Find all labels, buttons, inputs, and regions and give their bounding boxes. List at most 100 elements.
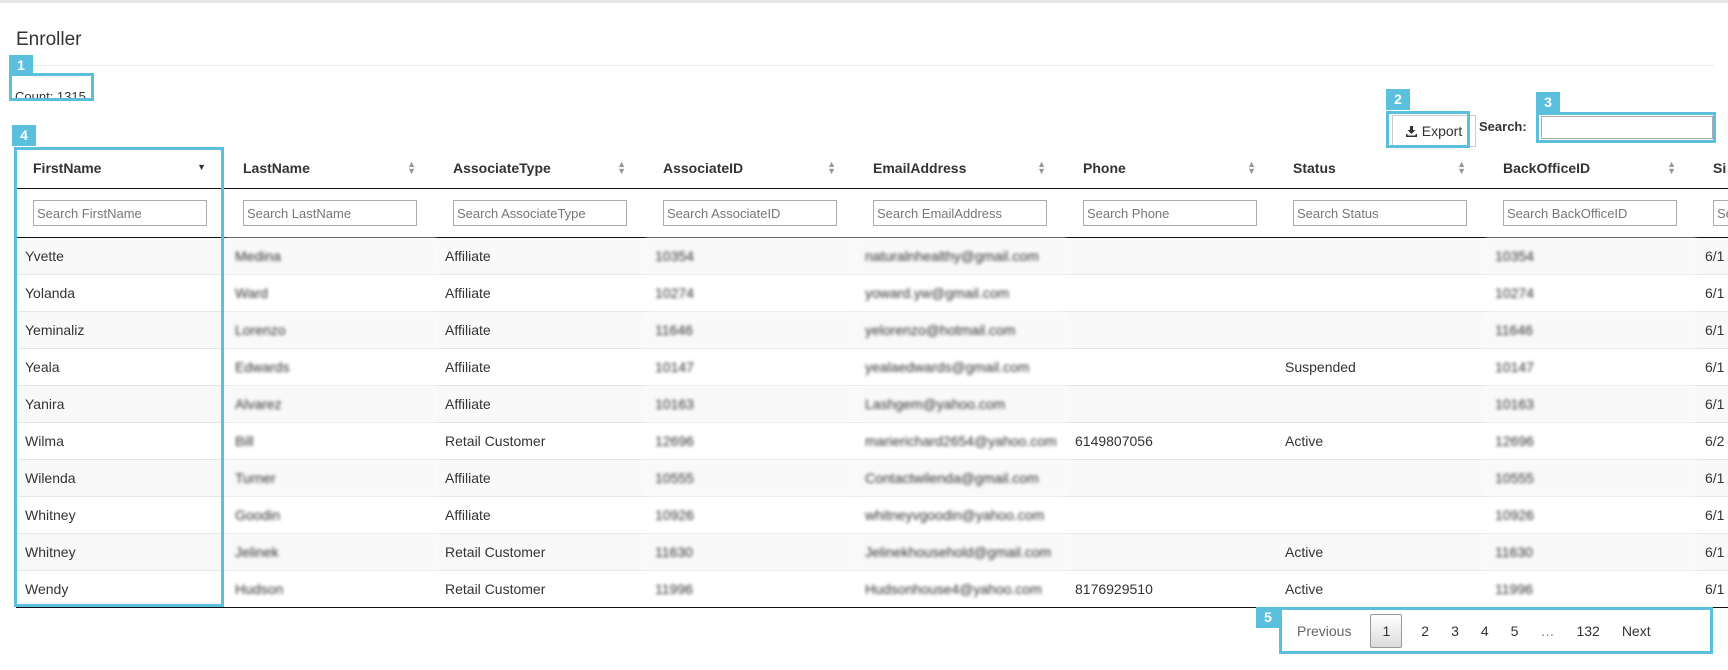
cell-firstname: Yeala <box>16 348 226 386</box>
cell-status <box>1276 311 1486 349</box>
table-row[interactable]: Yolanda Ward Affiliate 10274 yoward.yw@gmail… <box>16 274 1728 312</box>
cell-firstname: Wilma <box>16 422 226 460</box>
cell-associatetype: Affiliate <box>436 274 646 312</box>
table-row[interactable]: Yeminaliz Lorenzo Affiliate 11646 yelorenzo@… <box>16 311 1728 349</box>
cell-lastname: Medina <box>226 237 436 275</box>
cell-backofficeid: 10147 <box>1486 348 1696 386</box>
cell-status: Suspended <box>1276 348 1486 386</box>
sort-arrows-icon[interactable]: ▲ ▼ <box>1457 160 1466 176</box>
sort-desc-icon[interactable]: ▼ <box>197 163 206 172</box>
global-search-input[interactable] <box>1541 116 1713 139</box>
column-header-status[interactable]: Status ▲ ▼ <box>1276 148 1486 189</box>
cell-lastname: Bill <box>226 422 436 460</box>
pagination-next[interactable]: Next <box>1611 614 1662 648</box>
cell-associatetype: Retail Customer <box>436 422 646 460</box>
cell-lastname: Turner <box>226 459 436 497</box>
table-row[interactable]: Yanira Alvarez Affiliate 10163 Lashgem@yahoo… <box>16 385 1728 423</box>
pagination-page-last[interactable]: 132 <box>1565 614 1610 648</box>
filter-input-associateid[interactable] <box>663 200 837 226</box>
cell-associatetype: Retail Customer <box>436 533 646 571</box>
cell-backofficeid: 10926 <box>1486 496 1696 534</box>
pagination-previous[interactable]: Previous <box>1286 614 1362 648</box>
filter-input-backofficeid[interactable] <box>1503 200 1677 226</box>
table-row[interactable]: Yvette Medina Affiliate 10354 naturalnhealth… <box>16 237 1728 275</box>
cell-firstname: Yeminaliz <box>16 311 226 349</box>
enroller-table-container: FirstName ▼ LastName ▲ ▼ AssociateType ▲ ▼ Assoc… <box>16 148 1728 608</box>
cell-associateid: 10147 <box>646 348 856 386</box>
cell-si: 6/1 <box>1696 385 1728 423</box>
sort-arrows-icon[interactable]: ▲ ▼ <box>827 160 836 176</box>
table-filter-row <box>16 188 1728 238</box>
cell-phone <box>1066 237 1276 275</box>
column-header-lastname[interactable]: LastName ▲ ▼ <box>226 148 436 189</box>
pagination-page-2[interactable]: 2 <box>1410 614 1440 648</box>
sort-arrows-icon[interactable]: ▲ ▼ <box>1037 160 1046 176</box>
cell-phone <box>1066 274 1276 312</box>
column-header-backofficeid[interactable]: BackOfficeID ▲ ▼ <box>1486 148 1696 189</box>
page-title: Enroller <box>16 29 82 50</box>
cell-associateid: 10274 <box>646 274 856 312</box>
table-row[interactable]: Whitney Jelinek Retail Customer 11630 Jeline… <box>16 533 1728 571</box>
table-body: Yvette Medina Affiliate 10354 naturalnhealth… <box>16 237 1728 608</box>
table-header-row: FirstName ▼ LastName ▲ ▼ AssociateType ▲ ▼ Assoc… <box>16 148 1728 189</box>
cell-backofficeid: 11630 <box>1486 533 1696 571</box>
cell-lastname: Hudson <box>226 570 436 608</box>
table-row[interactable]: Wendy Hudson Retail Customer 11996 Hudsonhou… <box>16 570 1728 608</box>
filter-input-emailaddress[interactable] <box>873 200 1047 226</box>
filter-input-firstname[interactable] <box>33 200 207 226</box>
cell-phone <box>1066 459 1276 497</box>
sort-arrows-icon[interactable]: ▲ ▼ <box>617 160 626 176</box>
column-header-associatetype[interactable]: AssociateType ▲ ▼ <box>436 148 646 189</box>
cell-emailaddress: Hudsonhouse4@yahoo.com <box>856 570 1066 608</box>
cell-phone: 6149807056 <box>1066 422 1276 460</box>
sort-arrows-icon[interactable]: ▲ ▼ <box>1247 160 1256 176</box>
cell-emailaddress: naturalnhealthy@gmail.com <box>856 237 1066 275</box>
annotation-badge-4: 4 <box>12 125 36 146</box>
cell-associateid: 12696 <box>646 422 856 460</box>
annotation-badge-1: 1 <box>9 55 33 76</box>
filter-input-status[interactable] <box>1293 200 1467 226</box>
annotation-badge-5: 5 <box>1256 607 1280 628</box>
column-header-phone[interactable]: Phone ▲ ▼ <box>1066 148 1276 189</box>
pagination-page-5[interactable]: 5 <box>1500 614 1530 648</box>
cell-status <box>1276 274 1486 312</box>
cell-phone <box>1066 311 1276 349</box>
sort-arrows-icon[interactable]: ▲ ▼ <box>1667 160 1676 176</box>
column-header-label: Phone <box>1083 160 1126 176</box>
filter-input-si[interactable] <box>1713 200 1728 226</box>
cell-firstname: Wendy <box>16 570 226 608</box>
cell-backofficeid: 11646 <box>1486 311 1696 349</box>
sort-arrows-icon[interactable]: ▲ ▼ <box>407 160 416 176</box>
table-row[interactable]: Yeala Edwards Affiliate 10147 yealaedwards@g… <box>16 348 1728 386</box>
cell-backofficeid: 10354 <box>1486 237 1696 275</box>
filter-input-phone[interactable] <box>1083 200 1257 226</box>
filter-input-associatetype[interactable] <box>453 200 627 226</box>
column-header-emailaddress[interactable]: EmailAddress ▲ ▼ <box>856 148 1066 189</box>
cell-emailaddress: yoward.yw@gmail.com <box>856 274 1066 312</box>
pagination: Previous 1 2 3 4 5 … 132 Next <box>1286 613 1662 649</box>
cell-associatetype: Affiliate <box>436 311 646 349</box>
column-header-associateid[interactable]: AssociateID ▲ ▼ <box>646 148 856 189</box>
table-row[interactable]: Wilenda Turner Affiliate 10555 Contactwilend… <box>16 459 1728 497</box>
table-row[interactable]: Whitney Goodin Affiliate 10926 whitneyvgoodi… <box>16 496 1728 534</box>
pagination-page-1[interactable]: 1 <box>1370 614 1403 648</box>
export-button[interactable]: Export <box>1392 115 1476 147</box>
cell-backofficeid: 12696 <box>1486 422 1696 460</box>
cell-status <box>1276 385 1486 423</box>
cell-firstname: Yolanda <box>16 274 226 312</box>
cell-associateid: 10926 <box>646 496 856 534</box>
pagination-page-4[interactable]: 4 <box>1470 614 1500 648</box>
filter-input-lastname[interactable] <box>243 200 417 226</box>
cell-status <box>1276 237 1486 275</box>
cell-backofficeid: 10163 <box>1486 385 1696 423</box>
cell-associatetype: Affiliate <box>436 459 646 497</box>
table-row[interactable]: Wilma Bill Retail Customer 12696 marierichar… <box>16 422 1728 460</box>
column-header-firstname[interactable]: FirstName ▼ <box>16 148 226 189</box>
cell-firstname: Whitney <box>16 533 226 571</box>
filter-cell <box>226 188 436 238</box>
column-header-si[interactable]: Si▲▼ <box>1696 148 1728 189</box>
pagination-page-3[interactable]: 3 <box>1440 614 1470 648</box>
filter-cell <box>1066 188 1276 238</box>
record-count: Count: 1315 <box>15 89 86 104</box>
annotation-badge-2: 2 <box>1386 89 1410 110</box>
